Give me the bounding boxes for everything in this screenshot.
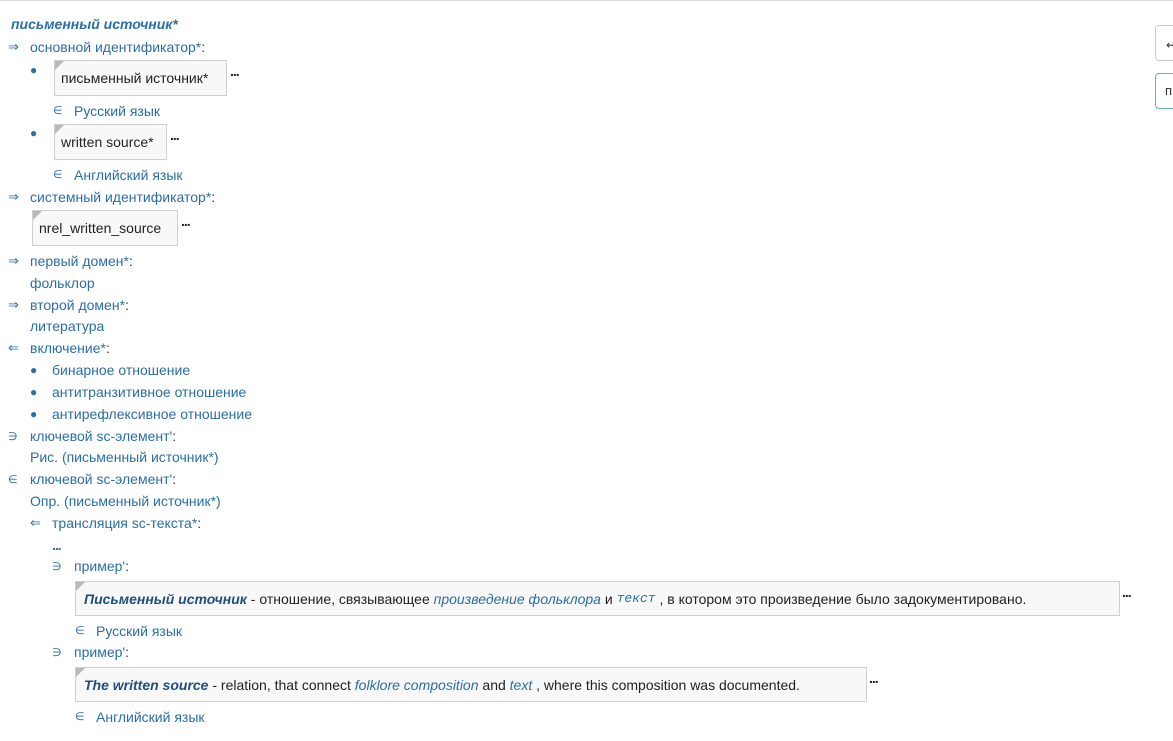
language-russian[interactable]: Русский язык <box>96 622 182 640</box>
arrow-icon: ⇒ <box>8 297 19 312</box>
top-divider <box>0 0 1173 4</box>
term-folklore-composition[interactable]: folklore composition <box>355 677 479 693</box>
term-text[interactable]: text <box>510 677 533 693</box>
language-russian[interactable]: Русский язык <box>74 102 160 120</box>
relation-example[interactable]: пример': <box>74 643 129 661</box>
more-icon[interactable]: ... <box>1122 585 1132 599</box>
inclusion-item[interactable]: антирефлексивное отношение <box>52 405 252 423</box>
language-english[interactable]: Английский язык <box>74 166 183 184</box>
language-english[interactable]: Английский язык <box>96 708 205 726</box>
return-icon: ↵ <box>1166 38 1173 52</box>
arrow-icon: ⇒ <box>8 39 19 54</box>
more-icon[interactable]: ... <box>170 128 180 142</box>
relation-main-identifier[interactable]: основной идентификатор*: <box>30 38 205 56</box>
contains-icon: ∋ <box>8 431 18 443</box>
term-text[interactable]: текст <box>617 591 656 606</box>
arrow-icon: ⇐ <box>30 515 41 530</box>
first-domain-value[interactable]: фольклор <box>30 274 95 292</box>
inclusion-item[interactable]: антитранзитивное отношение <box>52 383 246 401</box>
more-icon[interactable]: ... <box>230 64 240 78</box>
second-domain-value[interactable]: литература <box>30 317 104 335</box>
bullet-icon: ● <box>30 407 38 421</box>
bullet-icon: ● <box>30 385 38 399</box>
return-button[interactable]: ↵ <box>1155 25 1173 61</box>
relation-first-domain[interactable]: первый домен*: <box>30 252 133 270</box>
contains-icon: ∋ <box>52 561 62 573</box>
key-element-figure[interactable]: Рис. (письменный источник*) <box>30 448 219 466</box>
more-icon[interactable]: ... <box>52 538 62 552</box>
arrow-icon: ⇒ <box>8 253 19 268</box>
search-input[interactable]: п <box>1155 73 1173 109</box>
key-element-definition[interactable]: Опр. (письменный источник*) <box>30 492 221 510</box>
arrow-icon: ⇐ <box>8 340 19 355</box>
relation-system-identifier[interactable]: системный идентификатор*: <box>30 188 215 206</box>
member-icon: ∈ <box>8 474 18 486</box>
identifier-value-en[interactable]: written source* <box>54 124 167 160</box>
inclusion-item[interactable]: бинарное отношение <box>52 361 190 379</box>
identifier-value-ru[interactable]: письменный источник* <box>54 60 227 96</box>
term-written-source[interactable]: Письменный источник <box>84 591 247 607</box>
member-icon: ∈ <box>53 105 63 117</box>
arrow-icon: ⇒ <box>8 189 19 204</box>
relation-second-domain[interactable]: второй домен*: <box>30 296 129 314</box>
example-text-ru[interactable]: Письменный источник - отношение, связыва… <box>75 581 1120 616</box>
system-identifier-value[interactable]: nrel_written_source <box>32 210 178 246</box>
relation-example[interactable]: пример': <box>74 557 129 575</box>
bullet-icon: ● <box>30 126 38 140</box>
bullet-icon: ● <box>30 363 38 377</box>
relation-translation[interactable]: трансляция sc-текста*: <box>52 514 201 532</box>
term-folklore-composition[interactable]: произведение фольклора <box>434 591 601 607</box>
term-the-written-source[interactable]: The written source <box>84 677 208 693</box>
relation-key-sc-element[interactable]: ключевой sc-элемент': <box>30 427 176 445</box>
page-title[interactable]: письменный источник* <box>11 15 178 33</box>
member-icon: ∈ <box>75 711 85 723</box>
member-icon: ∈ <box>53 169 63 181</box>
example-text-en[interactable]: The written source - relation, that conn… <box>75 667 867 702</box>
contains-icon: ∋ <box>52 647 62 659</box>
more-icon[interactable]: ... <box>869 671 879 685</box>
relation-inclusion[interactable]: включение*: <box>30 339 110 357</box>
member-icon: ∈ <box>75 625 85 637</box>
relation-key-sc-element[interactable]: ключевой sc-элемент': <box>30 470 176 488</box>
more-icon[interactable]: ... <box>181 214 191 228</box>
bullet-icon: ● <box>30 63 38 77</box>
